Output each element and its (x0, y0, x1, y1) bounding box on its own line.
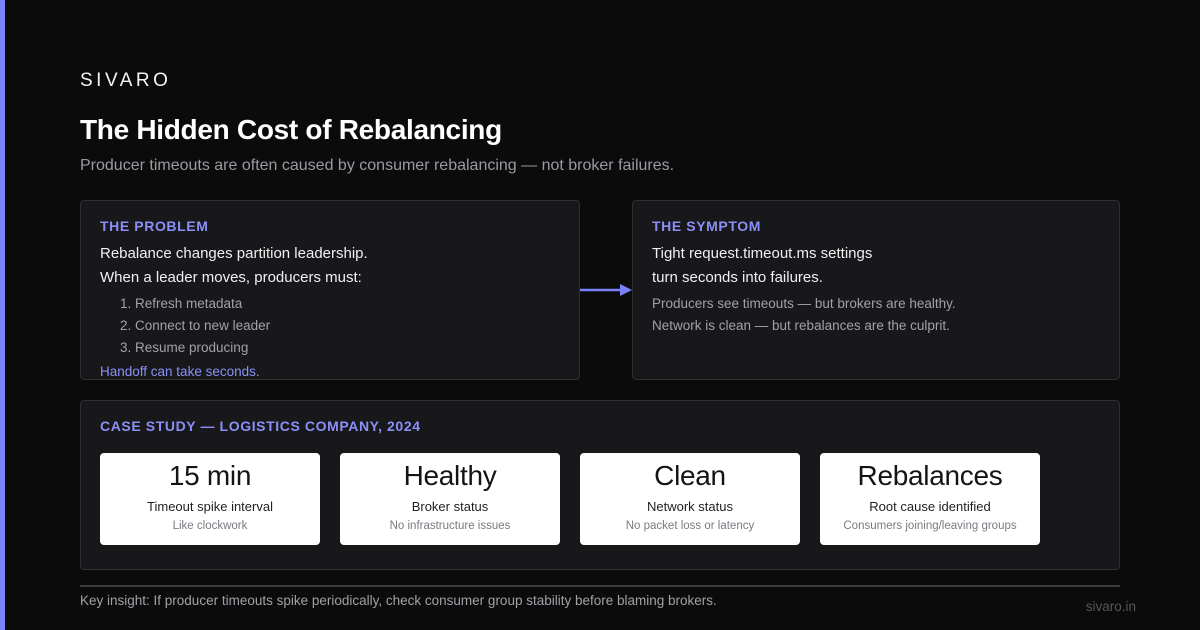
stat-label: Network status (647, 499, 733, 514)
stat-card-interval: 15 min Timeout spike interval Like clock… (100, 453, 320, 545)
problem-step: 1. Refresh metadata (120, 296, 243, 311)
stat-label: Timeout spike interval (147, 499, 273, 514)
key-insight: Key insight: If producer timeouts spike … (80, 593, 717, 608)
problem-heading: THE PROBLEM (100, 218, 209, 234)
symptom-line-1: Tight request.timeout.ms settings (652, 245, 873, 262)
symptom-heading: THE SYMPTOM (652, 218, 762, 234)
problem-step: 3. Resume producing (120, 340, 249, 355)
stat-value: Clean (654, 460, 726, 491)
stat-card-network: Clean Network status No packet loss or l… (580, 453, 800, 545)
problem-note: Handoff can take seconds. (100, 364, 260, 379)
footer-url: sivaro.in (1085, 599, 1136, 614)
problem-card: THE PROBLEM Rebalance changes partition … (80, 200, 580, 380)
problem-step: 2. Connect to new leader (120, 318, 271, 333)
stat-description: Consumers joining/leaving groups (843, 520, 1017, 532)
case-study-heading: CASE STUDY — LOGISTICS COMPANY, 2024 (100, 418, 421, 434)
stat-value: 15 min (168, 460, 252, 491)
arrow-right-icon (580, 284, 632, 296)
brand-logo: SIVARO (80, 70, 172, 91)
stat-label: Root cause identified (869, 499, 991, 514)
symptom-detail-1: Producers see timeouts — but brokers are… (652, 296, 956, 311)
footer-divider (80, 585, 1120, 587)
problem-line-2: When a leader moves, producers must: (100, 269, 362, 286)
stat-description: No infrastructure issues (389, 520, 511, 532)
stat-value: Healthy (403, 460, 497, 491)
stat-description: Like clockwork (172, 520, 248, 532)
symptom-line-2: turn seconds into failures. (652, 269, 823, 286)
symptom-card: THE SYMPTOM Tight request.timeout.ms set… (632, 200, 1120, 380)
accent-bar (0, 0, 5, 630)
page-title: The Hidden Cost of Rebalancing (80, 114, 502, 145)
stat-card-broker: Healthy Broker status No infrastructure … (340, 453, 560, 545)
case-study-card: CASE STUDY — LOGISTICS COMPANY, 2024 15 … (80, 400, 1120, 570)
stat-description: No packet loss or latency (625, 520, 755, 532)
problem-line-1: Rebalance changes partition leadership. (100, 245, 368, 262)
stat-value: Rebalances (857, 460, 1003, 491)
page-subtitle: Producer timeouts are often caused by co… (80, 157, 675, 174)
symptom-detail-2: Network is clean — but rebalances are th… (652, 318, 950, 333)
stat-label: Broker status (411, 499, 489, 514)
stat-card-root-cause: Rebalances Root cause identified Consume… (820, 453, 1040, 545)
